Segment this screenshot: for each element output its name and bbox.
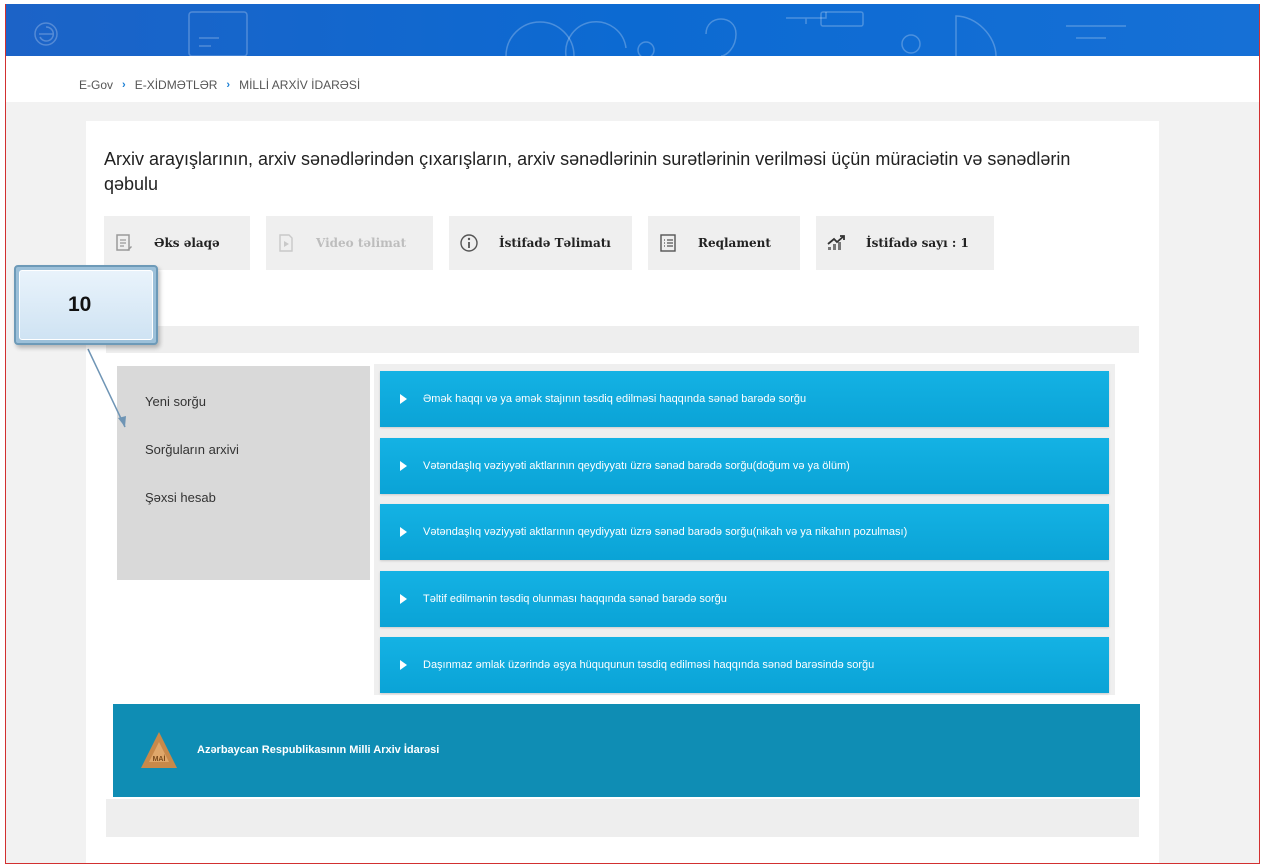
breadcrumb-current: MİLLİ ARXİV İDARƏSİ: [239, 78, 361, 92]
footer-strip: [106, 799, 1139, 837]
play-arrow-icon: [400, 594, 407, 604]
chevron-right-icon: ›: [122, 79, 126, 91]
service-item-label: Vətəndaşlıq vəziyyəti aktlarının qeydiyy…: [423, 526, 908, 538]
browser-frame: E-Gov › E-XİDMƏTLƏR › MİLLİ ARXİV İDARƏS…: [5, 4, 1260, 864]
instructions-button[interactable]: İstifadə Təlimatı: [449, 216, 632, 270]
feedback-icon: [104, 216, 144, 270]
breadcrumb: E-Gov › E-XİDMƏTLƏR › MİLLİ ARXİV İDARƏS…: [79, 78, 360, 92]
service-list: Əmək haqqı və ya əmək stajının təsdiq ed…: [374, 364, 1115, 695]
separator-strip: [106, 326, 1139, 353]
sidebar-menu: Yeni sorğu Sorğuların arxivi Şəxsi hesab: [117, 366, 370, 580]
service-toolbar: Əks əlaqə Video təlimat İstifadə Təlimat…: [104, 216, 1010, 270]
contact-button[interactable]: Əks əlaqə: [104, 216, 250, 270]
list-icon: [648, 216, 688, 270]
play-arrow-icon: [400, 527, 407, 537]
service-card: Arxiv arayışlarının, arxiv sənədlərindən…: [86, 121, 1159, 863]
usage-count: İstifadə sayı : 1: [816, 216, 994, 270]
sidebar-item-request-archive[interactable]: Sorğuların arxivi: [117, 442, 370, 490]
service-item-label: Daşınmaz əmlak üzərində əşya hüququnun t…: [423, 659, 875, 671]
service-item-label: Təltif edilmənin təsdiq olunması haqqınd…: [423, 593, 727, 605]
page-title: Arxiv arayışlarının, arxiv sənədlərindən…: [104, 149, 1071, 194]
national-archive-logo: MAİ: [139, 730, 179, 775]
play-arrow-icon: [400, 660, 407, 670]
step-number: 10: [19, 270, 153, 340]
agency-name: Azərbaycan Respublikasının Milli Arxiv İ…: [197, 744, 440, 756]
sidebar-item-personal-account[interactable]: Şəxsi hesab: [117, 490, 370, 538]
play-arrow-icon: [400, 394, 407, 404]
agency-footer: MAİ Azərbaycan Respublikasının Milli Arx…: [113, 704, 1140, 797]
service-item-award-confirmation[interactable]: Təltif edilmənin təsdiq olunması haqqınd…: [380, 571, 1109, 627]
logo-text: MAİ: [153, 755, 166, 763]
service-item-label: Əmək haqqı və ya əmək stajının təsdiq ed…: [423, 393, 807, 405]
contact-label: Əks əlaqə: [154, 236, 220, 250]
video-guide-label: Video təlimat: [316, 236, 407, 250]
egov-header: [6, 4, 1259, 56]
usage-count-label: İstifadə sayı : 1: [866, 236, 969, 250]
service-item-marriage-record[interactable]: Vətəndaşlıq vəziyyəti aktlarının qeydiyy…: [380, 504, 1109, 560]
service-item-birth-death-record[interactable]: Vətəndaşlıq vəziyyəti aktlarının qeydiyy…: [380, 438, 1109, 494]
sidebar-item-new-request[interactable]: Yeni sorğu: [117, 394, 370, 442]
growth-chart-icon: [816, 216, 856, 270]
service-item-label: Vətəndaşlıq vəziyyəti aktlarının qeydiyy…: [423, 460, 850, 472]
service-item-property-rights[interactable]: Daşınmaz əmlak üzərində əşya hüququnun t…: [380, 637, 1109, 693]
service-item-salary-certificate[interactable]: Əmək haqqı və ya əmək stajının təsdiq ed…: [380, 371, 1109, 427]
breadcrumb-egov-link[interactable]: E-Gov: [79, 78, 113, 92]
instructions-label: İstifadə Təlimatı: [499, 236, 611, 250]
video-icon: [266, 216, 306, 270]
breadcrumb-bar: E-Gov › E-XİDMƏTLƏR › MİLLİ ARXİV İDARƏS…: [6, 56, 1259, 102]
chevron-right-icon: ›: [226, 79, 231, 91]
info-icon: [449, 216, 489, 270]
breadcrumb-eservices-link[interactable]: E-XİDMƏTLƏR: [135, 78, 218, 92]
play-arrow-icon: [400, 461, 407, 471]
header-decoration: [34, 11, 1126, 56]
video-guide-button[interactable]: Video təlimat: [266, 216, 433, 270]
regulation-label: Reqlament: [698, 236, 771, 250]
step-callout: 10: [14, 265, 158, 345]
regulation-button[interactable]: Reqlament: [648, 216, 800, 270]
